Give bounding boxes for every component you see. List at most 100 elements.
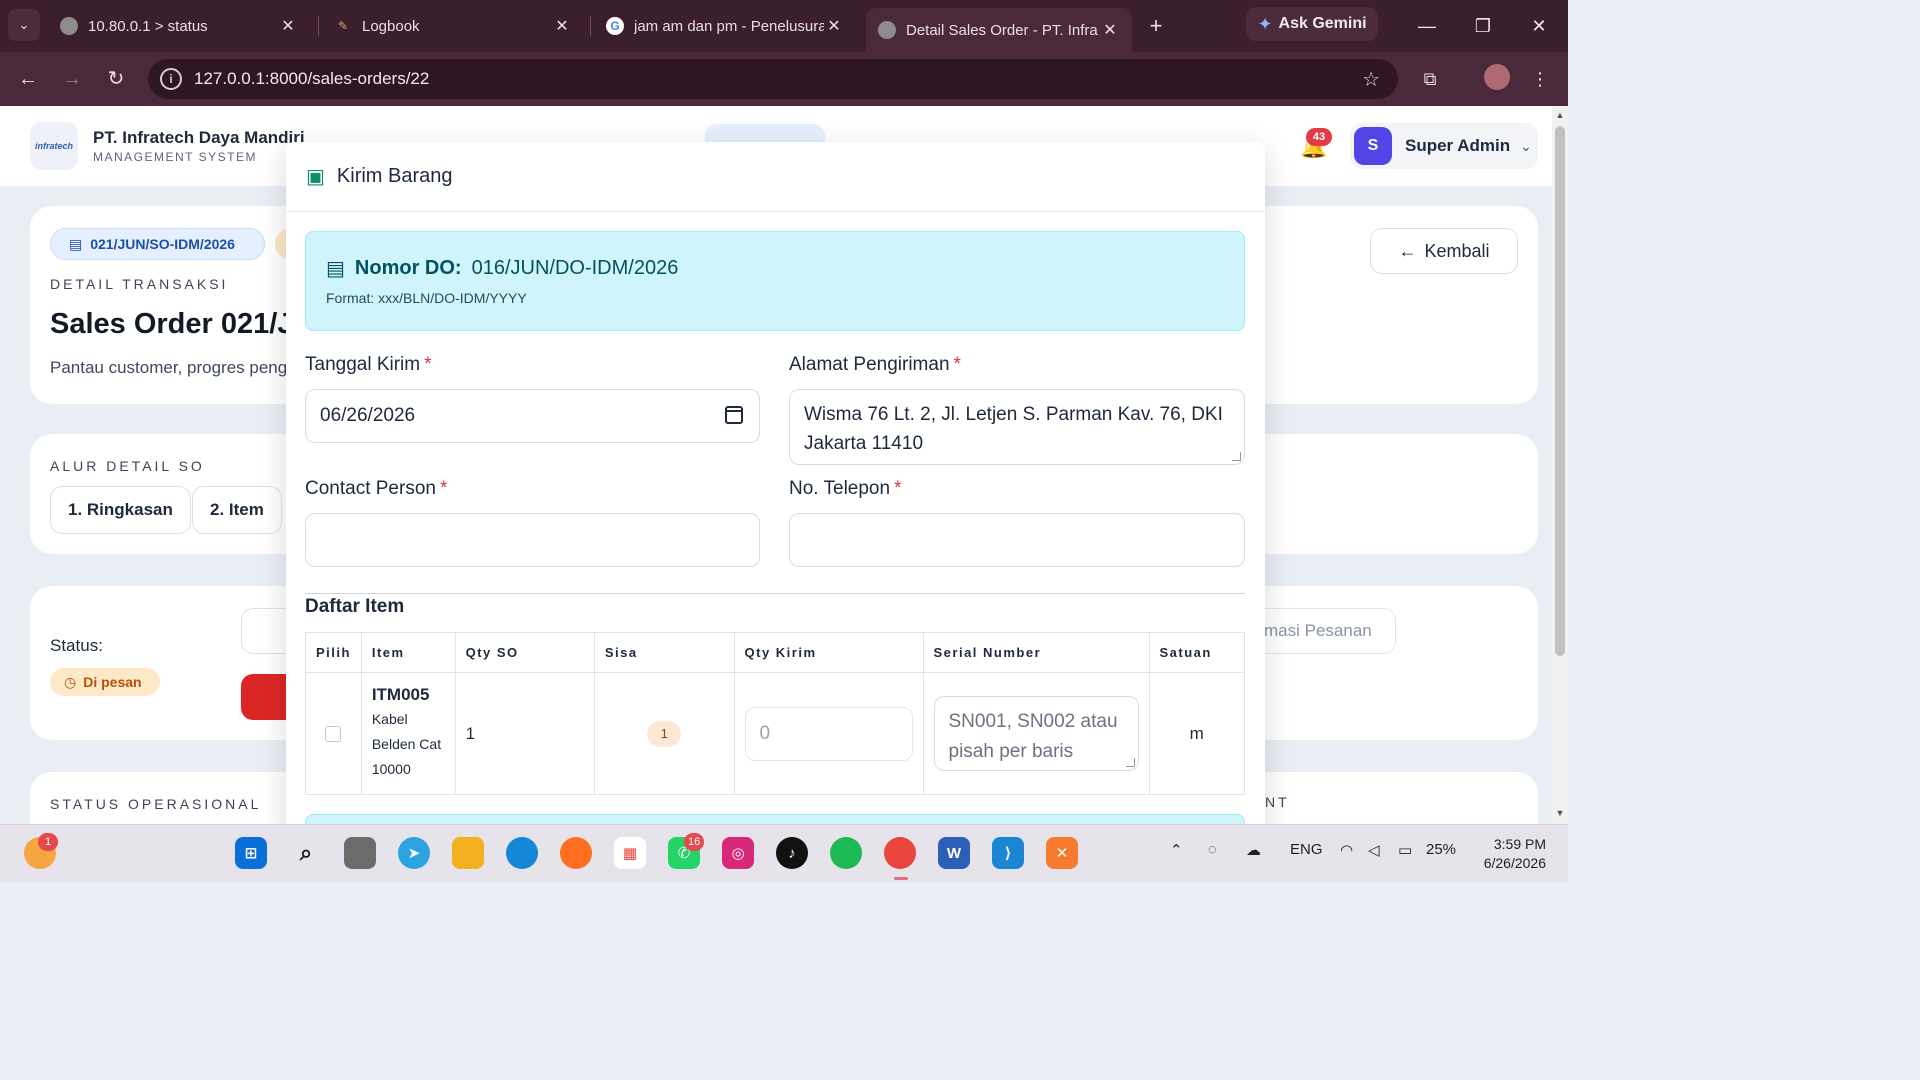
page-scrollbar[interactable]: ▲ ▼ xyxy=(1552,106,1568,824)
battery-percent: 25% xyxy=(1426,841,1457,858)
info-alert-partial xyxy=(305,814,1245,824)
bookmark-star-icon[interactable]: ☆ xyxy=(1362,67,1380,92)
tab-logbook[interactable]: ✎ Logbook ✕ xyxy=(322,8,584,44)
extensions-icon[interactable]: ⧉ xyxy=(1416,65,1444,93)
user-menu[interactable]: S Super Admin ⌄ xyxy=(1350,123,1538,169)
ops-right-overline: NT xyxy=(1265,794,1290,810)
search-icon[interactable]: ⌕ xyxy=(290,837,322,869)
gemini-label: Ask Gemini xyxy=(1278,15,1367,32)
serial-number-textarea[interactable]: SN001, SN002 atau pisah per baris xyxy=(933,696,1139,771)
select-item-checkbox[interactable] xyxy=(325,725,342,742)
scroll-up-arrow-icon[interactable]: ▲ xyxy=(1555,110,1565,120)
cloud-icon[interactable]: ☁ xyxy=(1246,841,1261,859)
tab-detail-sales-order[interactable]: Detail Sales Order - PT. Infra ✕ xyxy=(866,8,1132,52)
omnibox[interactable]: i 127.0.0.1:8000/sales-orders/22 ☆ xyxy=(148,59,1398,99)
col-serial-number: Serial Number xyxy=(922,632,1150,673)
sync-icon[interactable]: ◌ xyxy=(1208,841,1217,858)
volume-icon[interactable]: ◁ xyxy=(1368,841,1380,859)
so-number-chip: ▤ 021/JUN/SO-IDM/2026 xyxy=(50,228,265,260)
wifi-icon[interactable]: ◠ xyxy=(1340,841,1353,859)
qty-kirim-input[interactable]: 0 xyxy=(744,706,913,761)
resize-handle-icon[interactable] xyxy=(1232,452,1241,461)
window-close-icon[interactable]: ✕ xyxy=(1524,12,1554,40)
daftar-item-title: Daftar Item xyxy=(305,596,405,617)
tanggal-kirim-input[interactable]: 06/26/2026 xyxy=(305,389,760,443)
chevron-down-icon: ⌄ xyxy=(1520,137,1532,154)
clock-time: 3:59 PM xyxy=(1493,836,1546,852)
calendar-icon[interactable] xyxy=(725,406,743,424)
browser-profile-avatar[interactable] xyxy=(1484,64,1510,90)
contact-person-input[interactable] xyxy=(305,513,760,567)
tab-google-search[interactable]: G jam am dan pm - Penelusuran ✕ xyxy=(594,8,856,44)
file-explorer-icon[interactable] xyxy=(452,837,484,869)
item-table: Pilih Item Qty SO Sisa Qty Kirim Serial … xyxy=(305,632,1245,795)
kebab-menu-icon[interactable]: ⋮ xyxy=(1526,65,1554,93)
required-mark: * xyxy=(953,354,961,375)
reload-icon[interactable]: ↻ xyxy=(102,65,130,93)
clock-icon: ◷ xyxy=(64,673,77,690)
telepon-label: No. Telepon * xyxy=(789,478,901,500)
close-icon[interactable]: ✕ xyxy=(278,16,298,36)
firefox-icon[interactable] xyxy=(560,837,592,869)
system-clock[interactable]: 3:59 PM 6/26/2026 xyxy=(1476,835,1546,873)
contact-person-label: Contact Person * xyxy=(305,478,447,500)
xampp-icon[interactable]: ✕ xyxy=(1046,837,1078,869)
required-mark: * xyxy=(424,354,432,375)
page-viewport: infratech PT. Infratech Daya Mandiri MAN… xyxy=(0,106,1552,824)
tab-status[interactable]: 10.80.0.1 > status ✕ xyxy=(48,8,310,44)
close-icon[interactable]: ✕ xyxy=(824,16,844,36)
restore-icon[interactable]: ❐ xyxy=(1468,12,1498,40)
pencil-icon: ✎ xyxy=(337,19,349,33)
chevron-up-icon[interactable]: ⌃ xyxy=(1170,841,1183,859)
spotify-icon[interactable] xyxy=(830,837,862,869)
windows-start-icon[interactable]: ⊞ xyxy=(235,837,267,869)
pilih-cell xyxy=(305,672,362,795)
do-format-hint: Format: xxx/BLN/DO-IDM/YYYY xyxy=(326,290,527,306)
telegram-icon[interactable]: ➤ xyxy=(398,837,430,869)
minimize-icon[interactable]: — xyxy=(1412,12,1442,40)
step-item-button[interactable]: 2. Item xyxy=(192,486,282,534)
col-qty-kirim: Qty Kirim xyxy=(733,632,924,673)
clock-date: 6/26/2026 xyxy=(1483,855,1546,871)
edge-icon[interactable] xyxy=(506,837,538,869)
weather-badge: 1 xyxy=(38,833,58,851)
globe-icon xyxy=(60,17,78,35)
back-button[interactable]: ← Kembali xyxy=(1370,228,1518,274)
step-ringkasan-button[interactable]: 1. Ringkasan xyxy=(50,486,191,534)
vscode-icon[interactable]: ⟩ xyxy=(992,837,1024,869)
site-info-icon[interactable]: i xyxy=(160,68,182,90)
telepon-input[interactable] xyxy=(789,513,1245,567)
gemini-spark-icon: ✦ xyxy=(1257,13,1273,34)
ask-gemini-button[interactable]: ✦ Ask Gemini xyxy=(1246,7,1378,41)
modal-header: ▣ Kirim Barang xyxy=(286,142,1265,212)
word-icon[interactable]: W xyxy=(938,837,970,869)
new-tab-button[interactable]: + xyxy=(1142,12,1170,40)
microsoft-store-icon[interactable]: ▦ xyxy=(614,837,646,869)
ops-overline: STATUS OPERASIONAL xyxy=(50,796,262,812)
scrollbar-thumb[interactable] xyxy=(1555,126,1565,656)
tiktok-icon[interactable]: ♪ xyxy=(776,837,808,869)
forward-arrow-icon[interactable]: → xyxy=(58,65,86,93)
url-text[interactable]: 127.0.0.1:8000/sales-orders/22 xyxy=(194,69,429,89)
task-view-icon[interactable] xyxy=(344,837,376,869)
alamat-textarea[interactable]: Wisma 76 Lt. 2, Jl. Letjen S. Parman Kav… xyxy=(789,389,1245,465)
sisa-badge: 1 xyxy=(647,720,682,747)
instagram-icon[interactable]: ◎ xyxy=(722,837,754,869)
sisa-cell: 1 xyxy=(593,672,735,795)
resize-handle-icon[interactable] xyxy=(1125,758,1135,767)
chrome-icon[interactable] xyxy=(884,837,916,869)
so-number-text: 021/JUN/SO-IDM/2026 xyxy=(90,236,235,252)
back-arrow-icon[interactable]: ← xyxy=(14,65,42,93)
company-logo[interactable]: infratech xyxy=(30,122,78,170)
item-code: ITM005 xyxy=(371,685,430,704)
close-icon[interactable]: ✕ xyxy=(1100,20,1120,40)
battery-icon[interactable]: ▭ xyxy=(1398,841,1412,859)
chrome-active-indicator xyxy=(894,877,908,880)
close-icon[interactable]: ✕ xyxy=(552,16,572,36)
alamat-label: Alamat Pengiriman * xyxy=(789,354,961,376)
scroll-down-arrow-icon[interactable]: ▼ xyxy=(1555,808,1565,818)
col-item: Item xyxy=(360,632,456,673)
language-indicator[interactable]: ENG xyxy=(1290,841,1323,858)
required-mark: * xyxy=(894,478,902,499)
tab-search-button[interactable]: ⌄ xyxy=(8,9,40,41)
